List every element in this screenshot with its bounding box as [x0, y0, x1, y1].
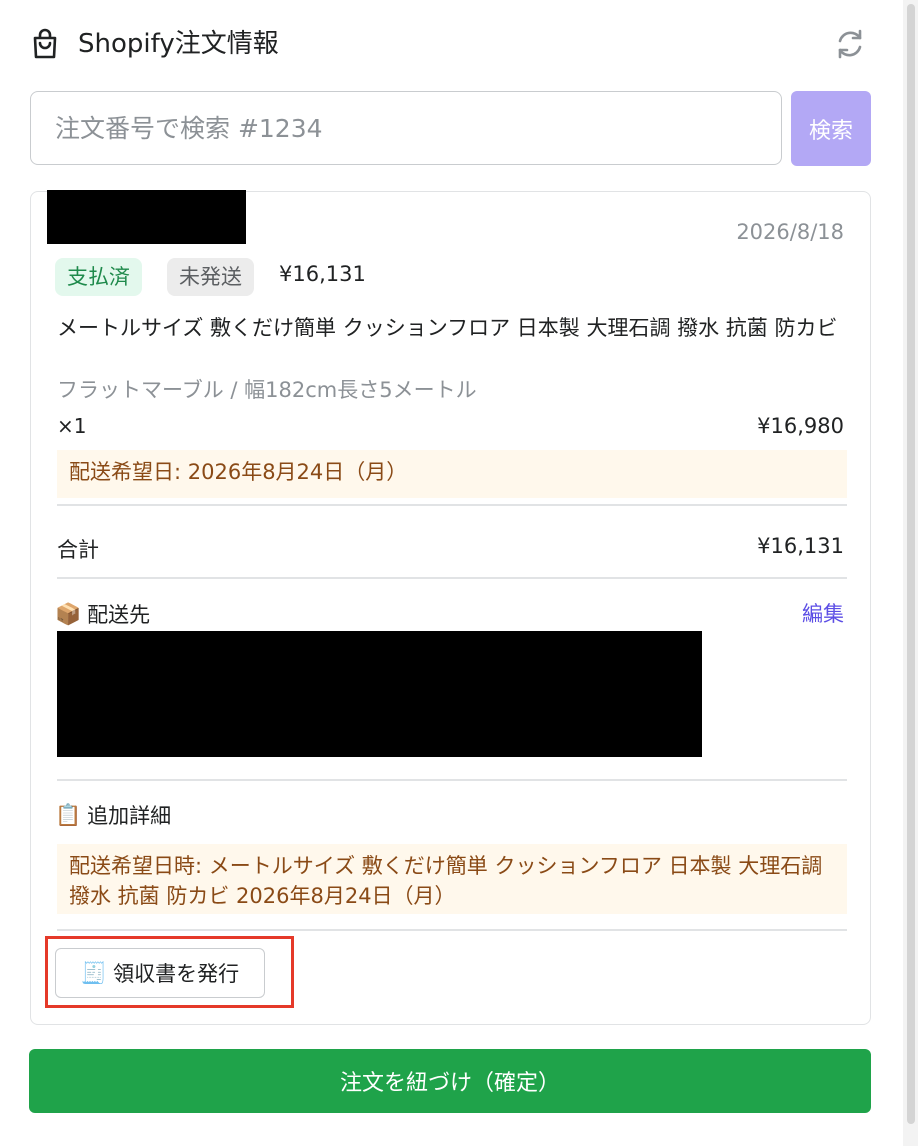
order-total-inline: ¥16,131 — [279, 262, 366, 286]
shopify-order-panel: Shopify注文情報 検索 2026/8/18 支払済 未発送 ¥16,131… — [0, 0, 903, 1146]
shipping-heading-label: 配送先 — [87, 603, 151, 627]
details-section-heading: 📋 追加詳細 — [55, 800, 171, 830]
order-date: 2026/8/18 — [736, 220, 844, 244]
issue-receipt-button[interactable]: 🧾 領収書を発行 — [55, 948, 265, 998]
line-item-variant: フラットマーブル / 幅182cm長さ5メートル — [57, 378, 477, 402]
divider — [57, 577, 847, 579]
line-item-title: メートルサイズ 敷くだけ簡単 クッションフロア 日本製 大理石調 撥水 抗菌 防… — [57, 316, 838, 340]
additional-details-note: 配送希望日時: メートルサイズ 敷くだけ簡単 クッションフロア 日本製 大理石調… — [57, 844, 847, 914]
shipping-section-heading: 📦 配送先 — [55, 599, 150, 629]
order-total-label: 合計 — [57, 538, 99, 562]
issue-receipt-label: 領収書を発行 — [113, 962, 240, 986]
order-total-value: ¥16,131 — [757, 534, 844, 558]
clipboard-icon: 📋 — [55, 802, 82, 827]
divider — [57, 504, 847, 506]
order-card: 2026/8/18 支払済 未発送 ¥16,131 メートルサイズ 敷くだけ簡単… — [30, 190, 871, 1025]
redacted-order-number — [47, 190, 246, 244]
scrollbar-thumb[interactable] — [907, 4, 915, 1124]
page-title: Shopify注文情報 — [78, 29, 279, 59]
line-item-quantity: ×1 — [57, 414, 87, 438]
search-button[interactable]: 検索 — [791, 91, 871, 166]
edit-shipping-link[interactable]: 編集 — [802, 598, 844, 628]
refresh-icon[interactable] — [832, 26, 868, 62]
scrollbar[interactable] — [903, 0, 918, 1146]
confirm-link-order-button[interactable]: 注文を紐づけ（確定） — [29, 1049, 871, 1113]
order-search-input[interactable] — [30, 91, 782, 165]
redacted-shipping-address — [57, 631, 702, 757]
fulfillment-status-badge: 未発送 — [167, 258, 254, 296]
line-item-price: ¥16,980 — [757, 414, 844, 438]
delivery-date-note: 配送希望日: 2026年8月24日（月） — [57, 450, 847, 498]
divider — [57, 929, 847, 931]
shopping-bag-icon — [33, 28, 57, 59]
panel-header: Shopify注文情報 — [28, 24, 868, 64]
payment-status-badge: 支払済 — [55, 258, 142, 296]
package-icon: 📦 — [55, 601, 82, 626]
divider — [57, 779, 847, 781]
details-heading-label: 追加詳細 — [87, 804, 172, 828]
receipt-icon: 🧾 — [80, 960, 108, 985]
